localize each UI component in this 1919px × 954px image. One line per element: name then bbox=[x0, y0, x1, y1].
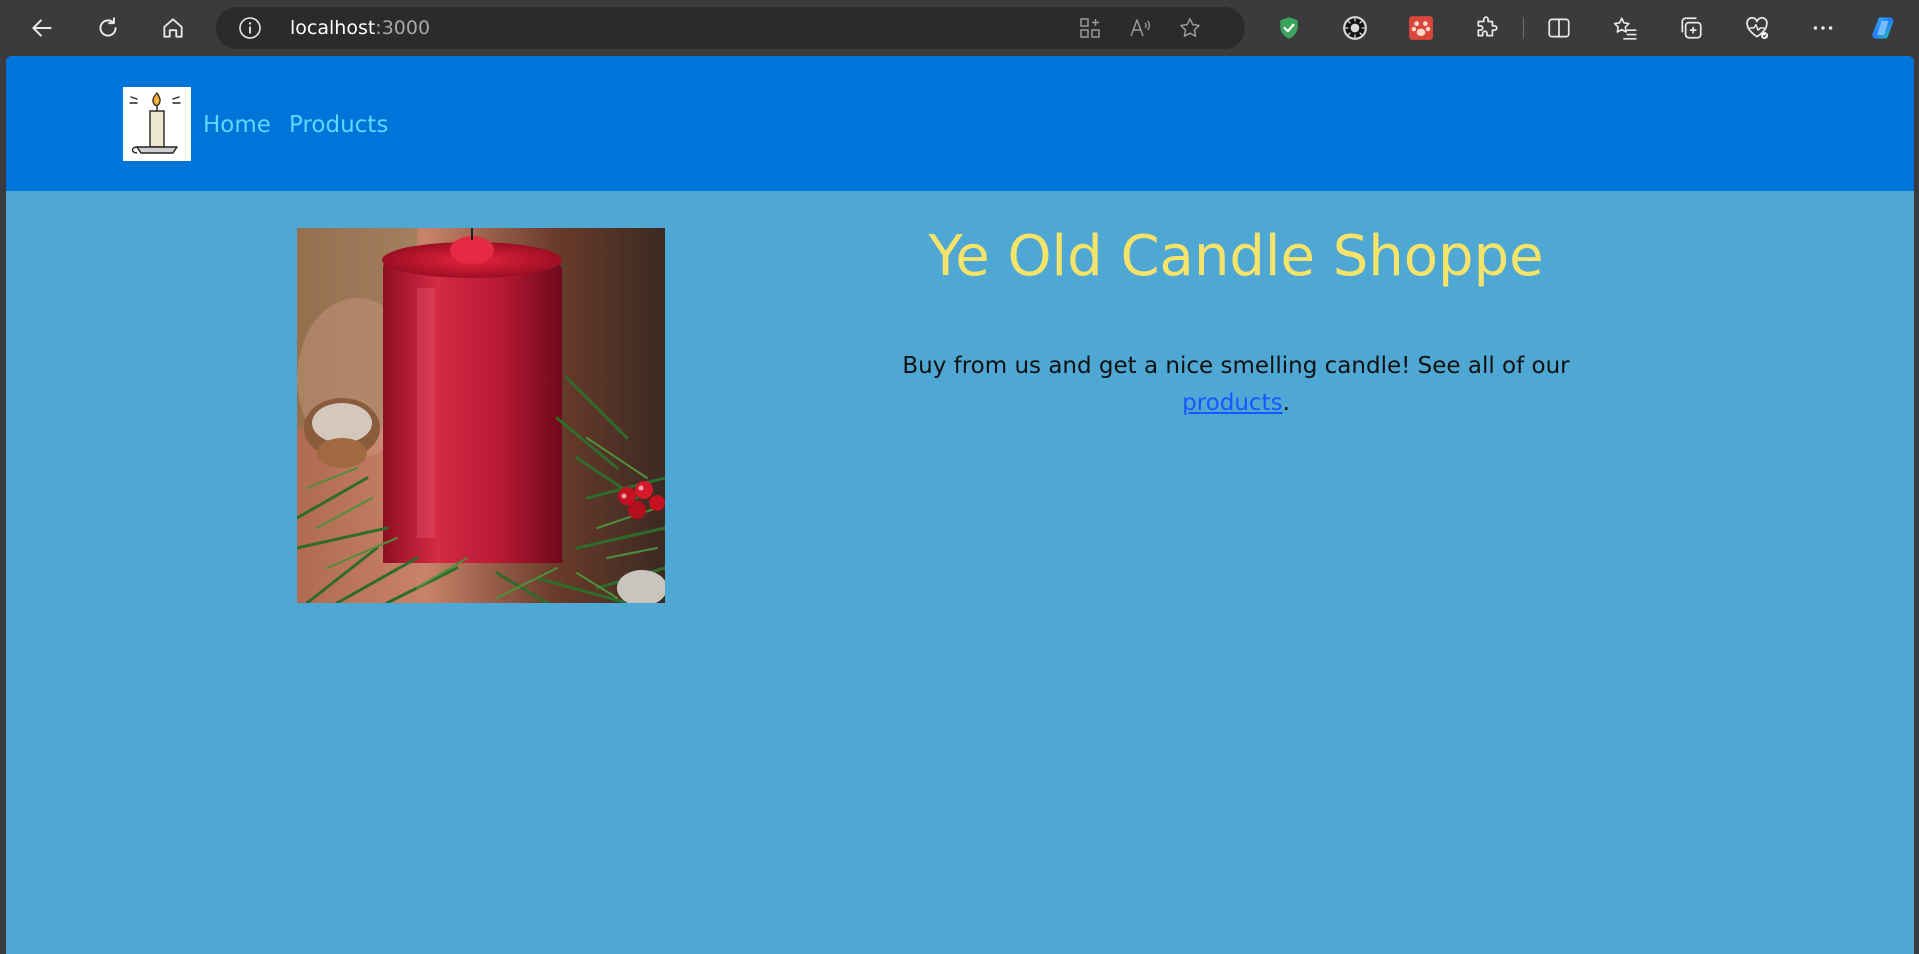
url-text[interactable]: localhost:3000 bbox=[290, 17, 430, 39]
back-arrow-icon bbox=[32, 19, 52, 37]
home-icon bbox=[163, 18, 183, 38]
favorites-list-icon bbox=[1613, 17, 1637, 40]
site-header: Home Products bbox=[6, 56, 1914, 191]
address-bar[interactable]: localhost:3000 bbox=[216, 7, 1245, 49]
info-icon[interactable] bbox=[238, 16, 262, 40]
favorites-button[interactable] bbox=[1611, 14, 1639, 42]
reload-icon bbox=[99, 17, 117, 37]
browser-toolbar: localhost:3000 bbox=[0, 0, 1919, 56]
shield-extension[interactable] bbox=[1275, 14, 1303, 42]
sun-extension[interactable] bbox=[1341, 14, 1369, 42]
web-page: Home Products Ye Old Candle Shoppe Buy f… bbox=[6, 56, 1914, 954]
intro-text: Buy from us and get a nice smelling cand… bbox=[902, 353, 1570, 379]
site-logo[interactable] bbox=[123, 87, 191, 161]
toolbar-divider bbox=[1523, 17, 1524, 39]
paw-extension[interactable] bbox=[1407, 14, 1435, 42]
extensions-button[interactable] bbox=[1473, 14, 1501, 42]
intro-paragraph: Buy from us and get a nice smelling cand… bbox=[886, 348, 1586, 422]
browser-essentials-button[interactable] bbox=[1743, 14, 1771, 42]
reload-button[interactable] bbox=[88, 8, 128, 48]
read-aloud-icon[interactable] bbox=[1128, 16, 1152, 40]
collections-icon bbox=[1681, 17, 1702, 39]
paw-icon bbox=[1409, 16, 1433, 40]
red-candle-photo bbox=[297, 228, 665, 603]
copilot-button[interactable] bbox=[1870, 14, 1898, 42]
star-icon[interactable] bbox=[1178, 16, 1202, 40]
collections-button[interactable] bbox=[1677, 14, 1705, 42]
shield-check-icon bbox=[1280, 17, 1298, 39]
intro-end: . bbox=[1282, 390, 1290, 416]
sun-burst-icon bbox=[1343, 16, 1367, 40]
back-button[interactable] bbox=[22, 8, 62, 48]
more-icon bbox=[1813, 26, 1833, 30]
candle-hero-image bbox=[297, 228, 665, 603]
puzzle-icon bbox=[1477, 16, 1498, 37]
nav-home-link[interactable]: Home bbox=[203, 112, 271, 138]
app-grid-icon[interactable] bbox=[1078, 16, 1102, 40]
url-port: :3000 bbox=[375, 17, 431, 39]
more-button[interactable] bbox=[1809, 14, 1837, 42]
products-link[interactable]: products bbox=[1182, 390, 1282, 416]
home-button[interactable] bbox=[153, 8, 193, 48]
url-host: localhost bbox=[290, 17, 376, 39]
page-title: Ye Old Candle Shoppe bbox=[928, 224, 1544, 289]
browser-essentials-icon bbox=[1746, 16, 1769, 40]
split-screen-button[interactable] bbox=[1545, 14, 1573, 42]
candle-logo-icon bbox=[123, 87, 191, 161]
copilot-icon bbox=[1872, 17, 1894, 39]
nav-products-link[interactable]: Products bbox=[289, 112, 388, 138]
split-screen-icon bbox=[1548, 18, 1570, 38]
